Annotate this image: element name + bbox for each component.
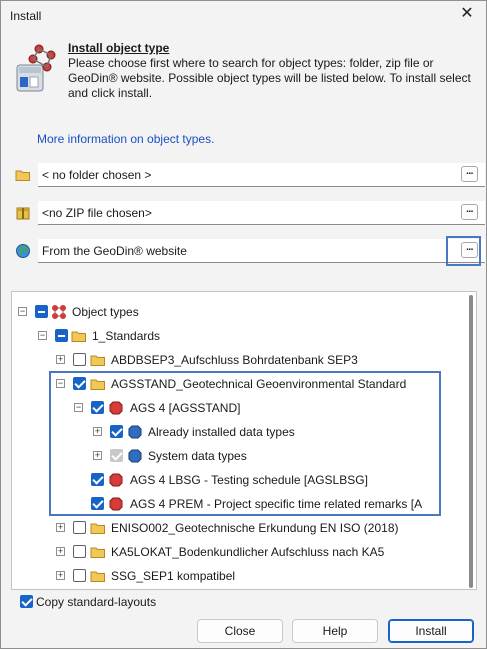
expand-icon[interactable]: + [56, 547, 65, 556]
zip-path-value: <no ZIP file chosen> [42, 206, 152, 220]
website-source-field[interactable]: From the GeoDin® website ... [38, 239, 485, 263]
object-types-checkbox[interactable] [35, 305, 48, 318]
tree-node-label: ABDBSEP3_Aufschluss Bohrdatenbank SEP3 [111, 353, 358, 367]
eniso002-checkbox[interactable] [73, 521, 86, 534]
tree-node-label: KA5LOKAT_Bodenkundlicher Aufschluss nach… [111, 545, 385, 559]
browse-folder-button[interactable]: ... [461, 166, 478, 182]
help-button[interactable]: Help [292, 619, 378, 643]
object-types-icon [52, 305, 66, 319]
agsstand-selection-highlight [49, 371, 441, 516]
tree-node-label: ENISO002_Geotechnische Erkundung EN ISO … [111, 521, 399, 535]
header-title: Install object type [68, 41, 170, 55]
copy-standard-layouts-label: Copy standard-layouts [36, 595, 157, 609]
zip-archive-icon [16, 207, 30, 220]
kaslokat-checkbox[interactable] [73, 545, 86, 558]
folder-icon [71, 331, 86, 342]
window-title: Install [10, 9, 42, 23]
folder-icon [90, 547, 105, 558]
standards-checkbox[interactable] [55, 329, 68, 342]
folder-icon [90, 355, 105, 366]
folder-path-field[interactable]: < no folder chosen > ... [38, 163, 485, 187]
tree-node-label: Object types [72, 305, 139, 319]
close-button[interactable]: Close [197, 619, 283, 643]
zip-path-field[interactable]: <no ZIP file chosen> ... [38, 201, 485, 225]
folder-source-row: < no folder chosen > ... [11, 163, 485, 187]
copy-standard-layouts-checkbox[interactable] [20, 595, 33, 608]
website-button-highlight [446, 236, 481, 266]
folder-path-value: < no folder chosen > [42, 168, 152, 182]
folder-icon [15, 170, 30, 181]
install-dialog: Install ✕ Install object type Please cho… [0, 0, 487, 649]
expand-icon[interactable]: + [56, 571, 65, 580]
website-source-row: From the GeoDin® website ... [11, 239, 485, 263]
folder-icon [90, 523, 105, 534]
globe-icon [16, 244, 30, 258]
expand-icon[interactable]: + [56, 355, 65, 364]
install-object-type-icon [16, 44, 56, 92]
header-description: Please choose first where to search for … [68, 56, 471, 100]
folder-icon [90, 571, 105, 582]
install-button[interactable]: Install [388, 619, 474, 643]
close-icon[interactable]: ✕ [460, 6, 474, 22]
collapse-icon[interactable]: − [38, 331, 47, 340]
tree-node-label: 1_Standards [92, 329, 161, 343]
more-info-link[interactable]: More information on object types. [37, 132, 214, 146]
title-bar: Install ✕ [1, 1, 486, 31]
tree-node-label: SSG_SEP1 kompatibel [111, 569, 236, 583]
tree-scrollbar[interactable] [469, 295, 473, 588]
ssgsep1-checkbox[interactable] [73, 569, 86, 582]
browse-zip-button[interactable]: ... [461, 204, 478, 220]
website-source-value: From the GeoDin® website [42, 244, 187, 258]
collapse-icon[interactable]: − [18, 307, 27, 316]
tree-scrollbar-thumb[interactable] [469, 295, 473, 588]
expand-icon[interactable]: + [56, 523, 65, 532]
zip-source-row: <no ZIP file chosen> ... [11, 201, 485, 225]
abdbsep3-checkbox[interactable] [73, 353, 86, 366]
